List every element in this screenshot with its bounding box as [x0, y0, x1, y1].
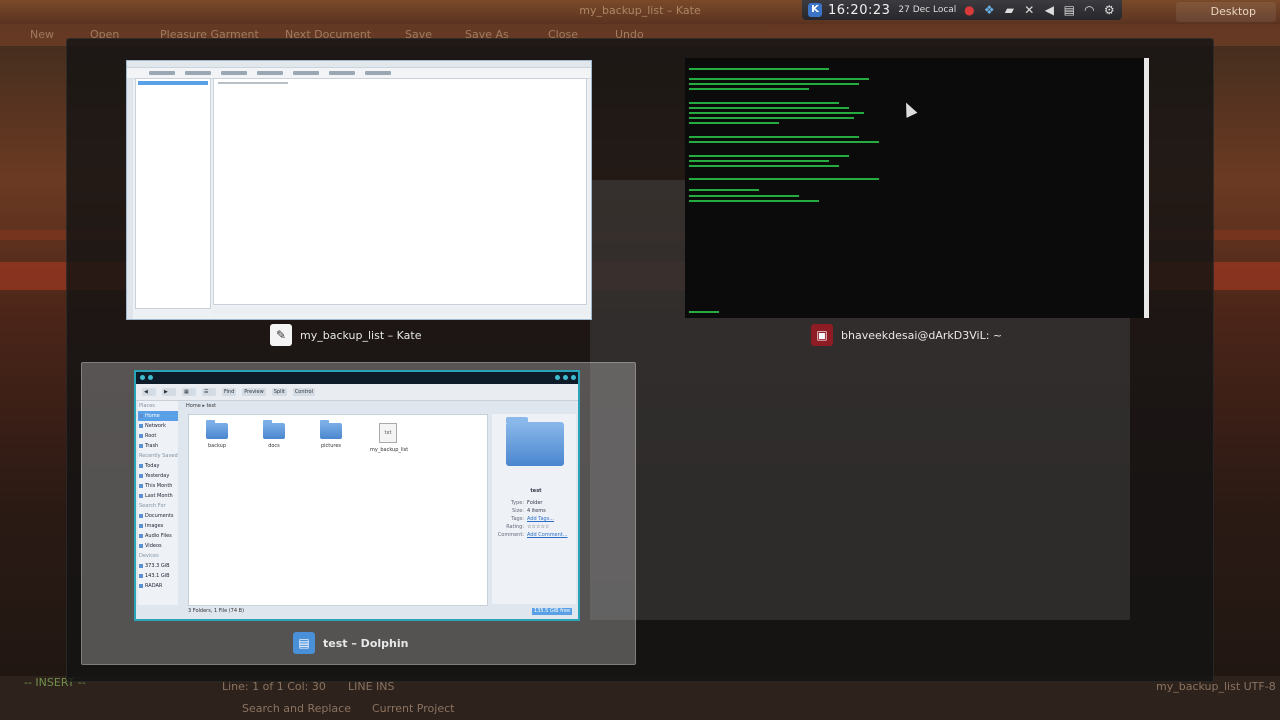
dolphin-thumb-toolbar: ◀ ▶ ▦ ☰ Find Preview Split Control	[136, 384, 578, 401]
free-space: 135.5 GiB free	[532, 608, 572, 615]
dolphin-window-title: test – Dolphin	[323, 636, 409, 650]
kate-thumb-doclist	[135, 78, 211, 309]
clock[interactable]: 16:20:23	[828, 3, 890, 18]
devices-header: Devices	[139, 553, 159, 559]
details-view-icon: ☰	[202, 388, 216, 396]
folder-icon	[263, 420, 285, 439]
recent-header: Recently Saved	[139, 453, 178, 459]
control-button: Control	[292, 388, 315, 396]
kate-caption[interactable]: ✎ my_backup_list – Kate	[270, 324, 421, 346]
dolphin-caption[interactable]: ▤ test – Dolphin	[293, 632, 408, 654]
kate-thumb-titlebar	[127, 61, 591, 68]
file-item-label: pictures	[320, 443, 342, 449]
info-name: test	[530, 488, 542, 494]
device-2: 143.1 GiB	[138, 571, 178, 581]
status-text: 3 Folders, 1 File (74 B)	[188, 608, 245, 614]
chat-icon[interactable]: ▰	[1002, 3, 1016, 17]
place-images: Images	[138, 521, 178, 531]
file-item: backup	[199, 420, 235, 449]
file-item-label: my_backup_list	[370, 447, 409, 453]
info-type-row: Type: Folder	[510, 500, 543, 506]
place-network: Network	[138, 421, 178, 431]
kate-thumb-editor	[213, 78, 587, 305]
back-icon: ◀	[142, 388, 156, 396]
search-header: Search For	[139, 503, 166, 509]
place-documents: Documents	[138, 511, 178, 521]
info-size: 4 items	[527, 508, 546, 514]
info-tags: Add Tags...	[527, 516, 555, 522]
text-file-icon: txt	[379, 423, 397, 443]
info-type: Folder	[527, 500, 543, 506]
dropbox-icon[interactable]: ❖	[982, 3, 996, 17]
dolphin-file-view: backup docs pictures txt my_backup_list	[188, 414, 488, 606]
place-trash: Trash	[138, 441, 178, 451]
dolphin-thumb-titlebar	[136, 372, 578, 384]
folder-preview-icon	[506, 417, 564, 466]
system-tray: K 16:20:23 27 Dec Local ● ❖ ▰ ✕ ◀ ▤ ◠ ⚙	[802, 0, 1122, 20]
konsole-caption[interactable]: ▣ bhaveekdesai@dArkD3ViL: ~	[811, 324, 1002, 346]
preview-button: Preview	[242, 388, 266, 396]
folder-icon	[320, 420, 342, 439]
settings-icon[interactable]: ⚙	[1102, 3, 1116, 17]
breadcrumb: Home ▸ test	[186, 403, 217, 409]
place-last-month: Last Month	[138, 491, 178, 501]
clipboard-icon[interactable]: ▤	[1062, 3, 1076, 17]
file-item: docs	[256, 420, 292, 449]
volume-icon[interactable]: ◀	[1042, 3, 1056, 17]
place-root: Root	[138, 431, 178, 441]
info-tags-row: Tags: Add Tags...	[511, 516, 555, 522]
kate-thumb-status	[213, 307, 591, 315]
kate-icon: ✎	[270, 324, 292, 346]
file-item: pictures	[313, 420, 349, 449]
dolphin-statusbar: 3 Folders, 1 File (74 B) 135.5 GiB free	[188, 608, 576, 615]
file-item: txt my_backup_list	[370, 423, 409, 453]
file-item-label: backup	[207, 443, 227, 449]
split-button: Split	[271, 388, 287, 396]
place-today: Today	[138, 461, 178, 471]
kate-thumb-sidebar	[127, 78, 133, 319]
konsole-window-thumbnail[interactable]	[685, 58, 1149, 318]
dolphin-window-thumbnail[interactable]: ◀ ▶ ▦ ☰ Find Preview Split Control Place…	[134, 370, 580, 621]
info-rating: ☆☆☆☆☆	[527, 524, 550, 530]
kate-window-thumbnail[interactable]	[126, 60, 592, 320]
place-home: Home	[138, 411, 178, 421]
info-comment-row: Comment: Add Comment...	[497, 532, 568, 538]
place-this-month: This Month	[138, 481, 178, 491]
record-icon[interactable]: ●	[962, 3, 976, 17]
device-3: RADAR	[138, 581, 178, 591]
info-rating-row: Rating: ☆☆☆☆☆	[506, 524, 550, 530]
folder-icon	[206, 420, 228, 439]
info-comment: Add Comment...	[527, 532, 568, 538]
search-replace-tab: Search and Replace	[242, 702, 351, 715]
background-statusbar: -- INSERT -- Line: 1 of 1 Col: 30 LINE I…	[0, 676, 1280, 720]
forward-icon: ▶	[162, 388, 176, 396]
place-videos: Videos	[138, 541, 178, 551]
device-1: 373.3 GiB	[138, 561, 178, 571]
place-audio: Audio Files	[138, 531, 178, 541]
dolphin-info-panel: test Type: Folder Size: 4 items Tags: Add T…	[492, 414, 576, 604]
wifi-icon[interactable]: ◠	[1082, 3, 1096, 17]
current-project-tab: Current Project	[372, 702, 455, 715]
background-toolbar-item: New	[30, 28, 54, 41]
konsole-icon: ▣	[811, 324, 833, 346]
kde-launcher-icon[interactable]: K	[808, 3, 822, 17]
konsole-window-title: bhaveekdesai@dArkD3ViL: ~	[841, 328, 1003, 342]
icons-view-icon: ▦	[182, 388, 196, 396]
show-desktop-button[interactable]: Desktop	[1176, 2, 1276, 22]
info-size-row: Size: 4 items	[512, 508, 546, 514]
place-yesterday: Yesterday	[138, 471, 178, 481]
dolphin-places-panel: Places Home Network Root Trash Recently …	[138, 401, 178, 605]
file-item-label: docs	[268, 443, 280, 449]
places-header: Places	[139, 403, 155, 409]
close-app-icon[interactable]: ✕	[1022, 3, 1036, 17]
find-button: Find	[222, 388, 237, 396]
clock-date: 27 Dec Local	[898, 5, 957, 15]
kate-window-title: my_backup_list – Kate	[300, 328, 422, 342]
dolphin-icon: ▤	[293, 632, 315, 654]
